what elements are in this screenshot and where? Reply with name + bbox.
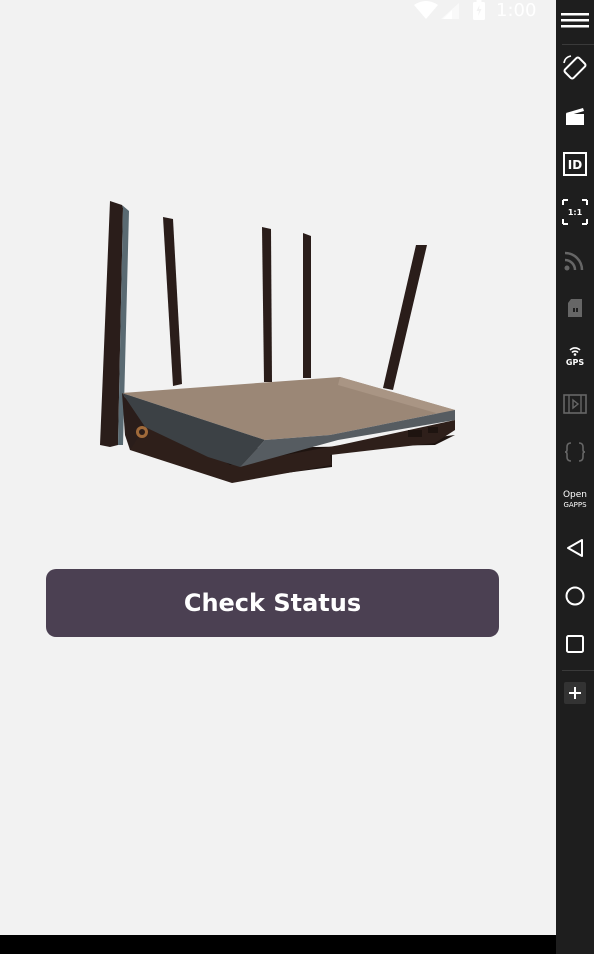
back-icon[interactable] — [556, 528, 594, 568]
rotate-icon[interactable] — [556, 48, 594, 88]
battery-icon — [473, 0, 485, 20]
open-gapps-icon[interactable]: Open GAPPS — [556, 480, 594, 520]
recents-icon[interactable] — [556, 624, 594, 664]
bottom-bar — [0, 935, 556, 954]
toolbar-divider — [562, 44, 594, 45]
javascript-icon[interactable] — [556, 432, 594, 472]
signal-icon — [441, 3, 459, 19]
network-icon[interactable] — [556, 240, 594, 280]
gps-label: GPS — [566, 358, 584, 367]
menu-icon[interactable] — [556, 0, 594, 40]
emulator-toolbar: ID 1:1 GPS Open GAPPS — [556, 0, 594, 954]
device-id-label: ID — [568, 158, 582, 172]
gps-icon[interactable]: GPS — [556, 336, 594, 376]
status-time: 1:00 — [496, 0, 537, 21]
open-gapps-label-top: Open — [562, 490, 588, 500]
pixel-perfect-label: 1:1 — [568, 208, 583, 217]
status-bar: 1:00 — [0, 0, 556, 24]
router-illustration — [100, 201, 455, 483]
wifi-icon — [414, 1, 438, 19]
screen-record-icon[interactable] — [556, 96, 594, 136]
media-icon[interactable] — [556, 384, 594, 424]
add-icon[interactable] — [556, 673, 594, 713]
toolbar-divider — [562, 670, 594, 671]
open-gapps-label-bottom: GAPPS — [563, 501, 587, 509]
device-id-icon[interactable]: ID — [556, 144, 594, 184]
home-icon[interactable] — [556, 576, 594, 616]
app-screen: 1:00 Check Status — [0, 0, 556, 935]
pixel-perfect-icon[interactable]: 1:1 — [556, 192, 594, 232]
check-status-button[interactable]: Check Status — [46, 569, 499, 637]
sd-card-icon[interactable] — [556, 288, 594, 328]
